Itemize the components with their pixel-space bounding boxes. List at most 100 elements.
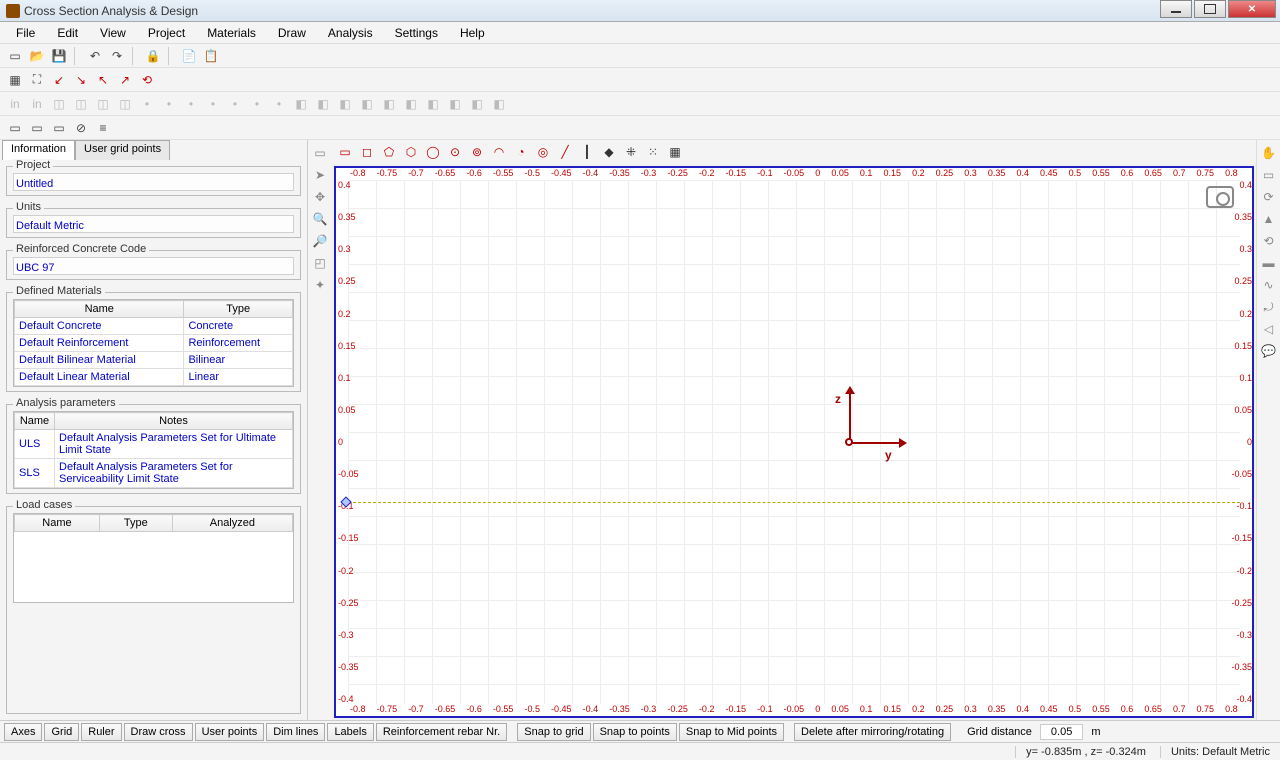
- toggle-draw-cross[interactable]: Draw cross: [124, 723, 193, 741]
- report-export-icon[interactable]: ▭: [28, 119, 46, 137]
- list-icon[interactable]: ≡: [94, 119, 112, 137]
- tool-icon[interactable]: ▬: [1260, 254, 1278, 272]
- circle-icon[interactable]: ◯: [424, 143, 442, 161]
- axis-yz-icon[interactable]: ↖: [94, 71, 112, 89]
- table-row[interactable]: ULSDefault Analysis Parameters Set for U…: [15, 430, 293, 459]
- menu-settings[interactable]: Settings: [385, 24, 448, 42]
- zoom-out-icon[interactable]: 🔎: [311, 232, 329, 250]
- circle-3pt-icon[interactable]: ⊚: [468, 143, 486, 161]
- tool-icon[interactable]: ◁: [1260, 320, 1278, 338]
- circle-center-icon[interactable]: ⊙: [446, 143, 464, 161]
- tool-icon: ◧: [314, 95, 332, 113]
- zoom-extents-icon[interactable]: ✦: [311, 276, 329, 294]
- panel-rc-code: Reinforced Concrete Code UBC 97: [6, 250, 301, 280]
- sidebar: Information User grid points Project Unt…: [0, 140, 308, 720]
- menu-help[interactable]: Help: [450, 24, 495, 42]
- toggle-user-points[interactable]: User points: [195, 723, 265, 741]
- toggle-axes[interactable]: Axes: [4, 723, 42, 741]
- col-analyzed[interactable]: Analyzed: [172, 515, 292, 532]
- undo-icon[interactable]: ↶: [86, 47, 104, 65]
- toggle-rebar-nr[interactable]: Reinforcement rebar Nr.: [376, 723, 507, 741]
- axis-xz-icon[interactable]: ↘: [72, 71, 90, 89]
- hand-icon[interactable]: ✋: [1260, 144, 1278, 162]
- toggle-snap-points[interactable]: Snap to points: [593, 723, 677, 741]
- col-name[interactable]: Name: [15, 301, 184, 318]
- new-icon[interactable]: ▭: [6, 47, 24, 65]
- move-icon[interactable]: ✥: [311, 188, 329, 206]
- zoom-window-icon[interactable]: ◰: [311, 254, 329, 272]
- copy-icon[interactable]: 📄: [180, 47, 198, 65]
- tool-icon: ◧: [446, 95, 464, 113]
- curve-icon[interactable]: ∿: [1260, 276, 1278, 294]
- drawing-canvas[interactable]: -0.8-0.75-0.7-0.65-0.6-0.55-0.5-0.45-0.4…: [334, 166, 1254, 718]
- toggle-ruler[interactable]: Ruler: [81, 723, 121, 741]
- menu-view[interactable]: View: [90, 24, 136, 42]
- paste-icon[interactable]: 📋: [202, 47, 220, 65]
- section-icon[interactable]: ┃: [578, 143, 596, 161]
- camera-icon[interactable]: [1206, 186, 1234, 208]
- open-icon[interactable]: 📂: [28, 47, 46, 65]
- tool-icon[interactable]: ▭: [1260, 166, 1278, 184]
- poly2-icon[interactable]: ⬡: [402, 143, 420, 161]
- col-name[interactable]: Name: [15, 515, 100, 532]
- save-icon[interactable]: 💾: [50, 47, 68, 65]
- line-icon[interactable]: ╱: [556, 143, 574, 161]
- col-notes[interactable]: Notes: [55, 413, 293, 430]
- menu-edit[interactable]: Edit: [47, 24, 88, 42]
- poly-icon[interactable]: ⬠: [380, 143, 398, 161]
- toggle-dim-lines[interactable]: Dim lines: [266, 723, 325, 741]
- comment-icon[interactable]: 💬: [1260, 342, 1278, 360]
- col-name[interactable]: Name: [15, 413, 55, 430]
- zoom-in-icon[interactable]: 🔍: [311, 210, 329, 228]
- axis-xy-icon[interactable]: ↙: [50, 71, 68, 89]
- refresh-icon[interactable]: ⟳: [1260, 188, 1278, 206]
- pointer-icon[interactable]: ➤: [311, 166, 329, 184]
- toggle-snap-grid[interactable]: Snap to grid: [517, 723, 590, 741]
- pie-icon[interactable]: ◔: [512, 143, 530, 161]
- rect-icon[interactable]: ▭: [336, 143, 354, 161]
- tab-information[interactable]: Information: [2, 140, 75, 160]
- table-row[interactable]: Default ConcreteConcrete: [15, 318, 293, 335]
- toggle-delete-after-mirror[interactable]: Delete after mirroring/rotating: [794, 723, 951, 741]
- toggle-grid[interactable]: Grid: [44, 723, 79, 741]
- tab-user-grid-points[interactable]: User grid points: [75, 140, 170, 160]
- grid-distance-value[interactable]: 0.05: [1040, 724, 1083, 740]
- arc-icon[interactable]: ⤾: [1260, 298, 1278, 316]
- clear-icon[interactable]: ⊘: [72, 119, 90, 137]
- menu-project[interactable]: Project: [138, 24, 195, 42]
- col-type[interactable]: Type: [184, 301, 293, 318]
- window-close[interactable]: [1228, 0, 1276, 18]
- table-row[interactable]: SLSDefault Analysis Parameters Set for S…: [15, 459, 293, 488]
- axis-3d-icon[interactable]: ↗: [116, 71, 134, 89]
- point-icon[interactable]: ◆: [600, 143, 618, 161]
- square-icon[interactable]: ◻: [358, 143, 376, 161]
- toggle-snap-mid[interactable]: Snap to Mid points: [679, 723, 784, 741]
- table-row[interactable]: Default Bilinear MaterialBilinear: [15, 352, 293, 369]
- arc-icon[interactable]: ◠: [490, 143, 508, 161]
- axis-reset-icon[interactable]: ⟲: [138, 71, 156, 89]
- table-row[interactable]: Default Linear MaterialLinear: [15, 369, 293, 386]
- redo-icon[interactable]: ↷: [108, 47, 126, 65]
- donut-icon[interactable]: ◎: [534, 143, 552, 161]
- grid-icon[interactable]: ▦: [6, 71, 24, 89]
- col-type[interactable]: Type: [99, 515, 172, 532]
- menu-draw[interactable]: Draw: [268, 24, 316, 42]
- lock-icon[interactable]: 🔒: [144, 47, 162, 65]
- window-minimize[interactable]: [1160, 0, 1192, 18]
- report-print-icon[interactable]: ▭: [50, 119, 68, 137]
- menu-materials[interactable]: Materials: [197, 24, 266, 42]
- extents-icon[interactable]: ⛶: [28, 71, 46, 89]
- menu-file[interactable]: File: [6, 24, 45, 42]
- array-icon[interactable]: ⁙: [644, 143, 662, 161]
- window-maximize[interactable]: [1194, 0, 1226, 18]
- left-tool-strip: ▭ ➤ ✥ 🔍 🔎 ◰ ✦: [308, 140, 332, 720]
- menu-analysis[interactable]: Analysis: [318, 24, 383, 42]
- rotate-icon[interactable]: ⟲: [1260, 232, 1278, 250]
- points-icon[interactable]: ⁜: [622, 143, 640, 161]
- toggle-labels[interactable]: Labels: [327, 723, 373, 741]
- report-icon[interactable]: ▭: [6, 119, 24, 137]
- mirror-icon[interactable]: ▲: [1260, 210, 1278, 228]
- select-icon[interactable]: ▭: [311, 144, 329, 162]
- table-row[interactable]: Default ReinforcementReinforcement: [15, 335, 293, 352]
- grid-icon[interactable]: ▦: [666, 143, 684, 161]
